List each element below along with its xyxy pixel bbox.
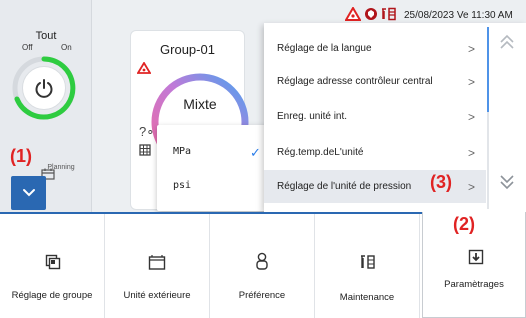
on-label: On: [61, 43, 72, 52]
download-icon: [468, 249, 484, 265]
schedule-label[interactable]: Planning: [35, 164, 87, 171]
unit-option-mpa[interactable]: MPa: [173, 146, 191, 157]
menu-item-label: Réglage adresse contrôleur central: [277, 76, 433, 87]
status-icons: [345, 7, 397, 21]
tab-preference[interactable]: Préférence: [210, 214, 315, 318]
tab-maintenance[interactable]: Maintenance: [315, 214, 420, 318]
tab-label: Paramètrages: [444, 279, 504, 290]
outdoor-unit-icon: [148, 255, 166, 270]
callout-1: (1): [10, 146, 32, 166]
group-setting-icon: [45, 254, 61, 270]
pressure-unit-dropdown[interactable]: MPa ✓ psi: [157, 125, 277, 211]
menu-item-pressure-unit[interactable]: Réglage de l'unité de pression >: [264, 170, 486, 203]
shield-icon[interactable]: [364, 7, 378, 21]
mode-label: Mixte: [183, 96, 217, 112]
menu-item-indoor-unit-register[interactable]: Enreg. unité int. >: [264, 100, 486, 133]
datetime: 25/08/2023 Ve 11:30 AM: [404, 10, 513, 21]
tab-outdoor-unit[interactable]: Unité extérieure: [105, 214, 210, 318]
power-icon: [35, 79, 53, 98]
tab-label: Unité extérieure: [123, 290, 191, 301]
chevron-right-icon: >: [468, 74, 476, 89]
all-label: Tout: [35, 30, 57, 42]
chevron-right-icon: >: [468, 145, 476, 160]
callout-3: (3): [430, 172, 452, 192]
tab-label: Maintenance: [339, 292, 395, 303]
chevron-right-icon: >: [468, 109, 476, 124]
fan-speed-icon: ?∘: [139, 124, 155, 139]
tab-group-setting[interactable]: Réglage de groupe: [0, 214, 105, 318]
preference-icon: [256, 252, 268, 270]
callout-2: (2): [453, 214, 475, 234]
expand-toggle-button[interactable]: [11, 176, 46, 210]
menu-item-label: Réglage de l'unité de pression: [277, 181, 412, 192]
settings-menu-panel: Réglage de la langue > Réglage adresse c…: [264, 23, 526, 212]
chevron-down-icon: [22, 189, 35, 197]
chevron-right-icon: >: [468, 179, 476, 194]
check-icon: ✓: [250, 145, 261, 160]
tab-label: Réglage de groupe: [11, 290, 93, 301]
chevron-right-icon: >: [468, 41, 476, 56]
warning-icon[interactable]: [345, 7, 361, 21]
menu-item-label: Rég.temp.deL'unité: [277, 147, 364, 158]
scrollbar-thumb[interactable]: [487, 27, 489, 112]
menu-item-label: Réglage de la langue: [277, 43, 372, 54]
unit-option-psi[interactable]: psi: [173, 180, 191, 191]
off-label: Off: [22, 43, 33, 52]
power-button[interactable]: [22, 66, 66, 110]
scroll-up-icon[interactable]: [498, 33, 516, 51]
menu-item-label: Enreg. unité int.: [277, 111, 348, 122]
group-name: Group-01: [160, 42, 215, 57]
maintenance-icon: [361, 255, 375, 269]
tab-label: Préférence: [238, 290, 286, 301]
scroll-down-icon[interactable]: [498, 173, 516, 191]
grid-icon: [139, 144, 151, 156]
menu-item-central-address[interactable]: Réglage adresse contrôleur central >: [264, 65, 486, 98]
menu-item-temperature-unit[interactable]: Rég.temp.deL'unité >: [264, 136, 486, 169]
maintenance-icon[interactable]: [381, 7, 397, 21]
menu-item-language[interactable]: Réglage de la langue >: [264, 32, 486, 65]
